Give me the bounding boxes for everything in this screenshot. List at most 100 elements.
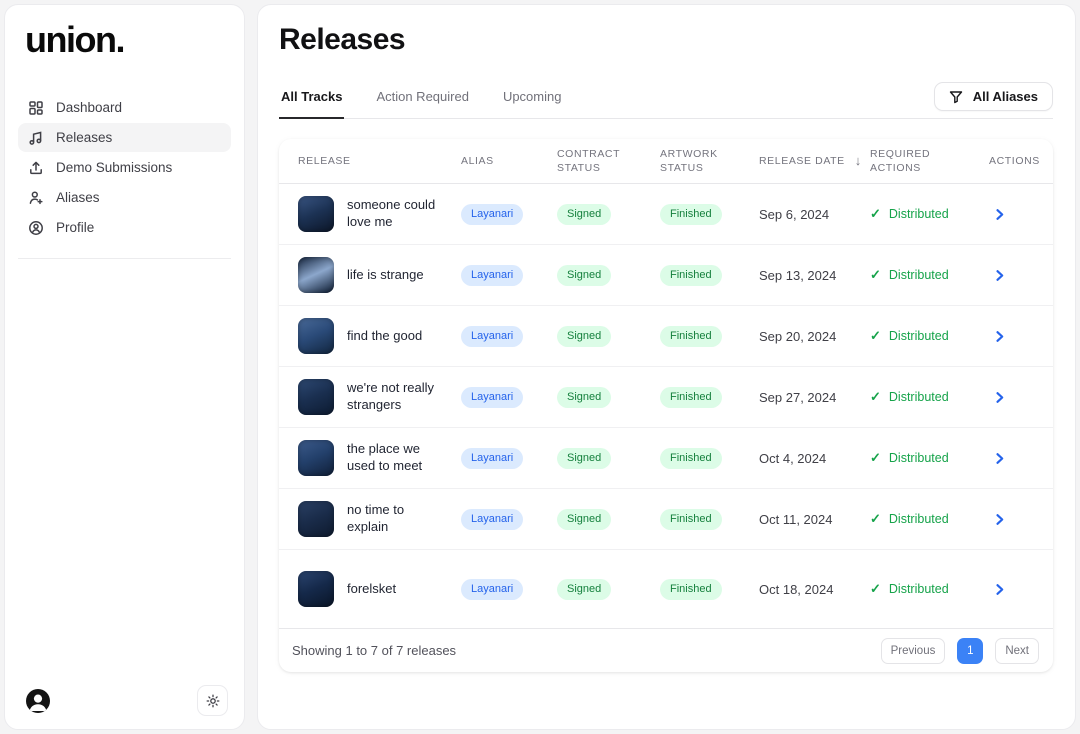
- table-row[interactable]: the place we used to meet Layanari Signe…: [279, 428, 1053, 489]
- main-panel: Releases All Tracks Action Required Upco…: [257, 4, 1076, 730]
- release-date: Sep 6, 2024: [759, 207, 870, 222]
- contract-status-badge: Signed: [557, 326, 611, 347]
- release-title: we're not really strangers: [347, 380, 441, 413]
- previous-page-button[interactable]: Previous: [881, 638, 946, 664]
- table-body: someone could love me Layanari Signed Fi…: [279, 184, 1053, 628]
- pagination: Previous 1 Next: [881, 638, 1039, 664]
- tab-upcoming[interactable]: Upcoming: [501, 83, 564, 118]
- col-required-actions: REQUIRED ACTIONS: [870, 147, 989, 175]
- check-icon: ✓: [870, 581, 881, 597]
- sort-desc-icon[interactable]: ↓: [855, 152, 862, 170]
- tab-all-tracks[interactable]: All Tracks: [279, 83, 344, 118]
- sun-icon: [206, 694, 220, 708]
- chevron-right-icon[interactable]: [989, 204, 1010, 225]
- release-artwork: [298, 440, 334, 476]
- sidebar-item-label: Dashboard: [56, 100, 122, 115]
- col-artwork-status: ARTWORK STATUS: [660, 147, 759, 175]
- theme-toggle-button[interactable]: [197, 685, 228, 716]
- alias-badge: Layanari: [461, 387, 523, 408]
- release-title: someone could love me: [347, 197, 441, 230]
- music-note-icon: [27, 129, 44, 146]
- check-icon: ✓: [870, 450, 881, 466]
- alias-badge: Layanari: [461, 448, 523, 469]
- dashboard-grid-icon: [27, 99, 44, 116]
- table-row[interactable]: someone could love me Layanari Signed Fi…: [279, 184, 1053, 245]
- sidebar-item-aliases[interactable]: Aliases: [18, 183, 231, 212]
- release-date: Oct 11, 2024: [759, 512, 870, 527]
- releases-table: RELEASE ALIAS CONTRACT STATUS ARTWORK ST…: [279, 139, 1053, 672]
- release-title: forelsket: [347, 581, 396, 598]
- table-header: RELEASE ALIAS CONTRACT STATUS ARTWORK ST…: [279, 139, 1053, 184]
- table-footer: Showing 1 to 7 of 7 releases Previous 1 …: [279, 628, 1053, 672]
- artwork-status-badge: Finished: [660, 387, 722, 408]
- required-actions-status: Distributed: [889, 390, 949, 404]
- release-artwork: [298, 379, 334, 415]
- check-icon: ✓: [870, 389, 881, 405]
- release-date: Sep 20, 2024: [759, 329, 870, 344]
- chevron-right-icon[interactable]: [989, 448, 1010, 469]
- chevron-right-icon[interactable]: [989, 326, 1010, 347]
- chevron-right-icon[interactable]: [989, 387, 1010, 408]
- release-date: Sep 13, 2024: [759, 268, 870, 283]
- col-release: RELEASE: [298, 154, 461, 168]
- user-avatar[interactable]: [25, 688, 51, 714]
- artwork-status-badge: Finished: [660, 265, 722, 286]
- release-title: life is strange: [347, 267, 424, 284]
- user-alias-icon: [27, 189, 44, 206]
- contract-status-badge: Signed: [557, 579, 611, 600]
- artwork-status-badge: Finished: [660, 326, 722, 347]
- table-row[interactable]: find the good Layanari Signed Finished S…: [279, 306, 1053, 367]
- sidebar-item-releases[interactable]: Releases: [18, 123, 231, 152]
- required-actions-status: Distributed: [889, 582, 949, 596]
- release-title: find the good: [347, 328, 422, 345]
- sidebar-item-label: Profile: [56, 220, 94, 235]
- upload-icon: [27, 159, 44, 176]
- sidebar: union. Dashboard Releases: [4, 4, 245, 730]
- chevron-right-icon[interactable]: [989, 265, 1010, 286]
- sidebar-item-dashboard[interactable]: Dashboard: [18, 93, 231, 122]
- contract-status-badge: Signed: [557, 509, 611, 530]
- table-row[interactable]: forelsket Layanari Signed Finished Oct 1…: [279, 550, 1053, 628]
- table-row[interactable]: we're not really strangers Layanari Sign…: [279, 367, 1053, 428]
- sidebar-nav: Dashboard Releases Demo Submissions: [5, 93, 244, 242]
- check-icon: ✓: [870, 206, 881, 222]
- funnel-filter-icon: [949, 90, 963, 104]
- next-page-button[interactable]: Next: [995, 638, 1039, 664]
- contract-status-badge: Signed: [557, 204, 611, 225]
- alias-badge: Layanari: [461, 579, 523, 600]
- required-actions-status: Distributed: [889, 207, 949, 221]
- release-artwork: [298, 257, 334, 293]
- release-artwork: [298, 501, 334, 537]
- sidebar-item-profile[interactable]: Profile: [18, 213, 231, 242]
- alias-filter-button[interactable]: All Aliases: [934, 82, 1053, 111]
- chevron-right-icon[interactable]: [989, 509, 1010, 530]
- app-logo: union.: [5, 5, 244, 61]
- contract-status-badge: Signed: [557, 448, 611, 469]
- col-release-date[interactable]: RELEASE DATE ↓: [759, 152, 870, 170]
- sidebar-item-demo-submissions[interactable]: Demo Submissions: [18, 153, 231, 182]
- alias-badge: Layanari: [461, 265, 523, 286]
- release-title: no time to explain: [347, 502, 441, 535]
- current-page-button[interactable]: 1: [957, 638, 983, 664]
- artwork-status-badge: Finished: [660, 204, 722, 225]
- table-row[interactable]: life is strange Layanari Signed Finished…: [279, 245, 1053, 306]
- chevron-right-icon[interactable]: [989, 579, 1010, 600]
- artwork-status-badge: Finished: [660, 509, 722, 530]
- release-artwork: [298, 318, 334, 354]
- release-date: Oct 4, 2024: [759, 451, 870, 466]
- alias-badge: Layanari: [461, 204, 523, 225]
- artwork-status-badge: Finished: [660, 448, 722, 469]
- release-artwork: [298, 196, 334, 232]
- release-date: Oct 18, 2024: [759, 582, 870, 597]
- col-contract-status: CONTRACT STATUS: [557, 147, 660, 175]
- results-summary: Showing 1 to 7 of 7 releases: [292, 643, 456, 658]
- tab-action-required[interactable]: Action Required: [374, 83, 471, 118]
- required-actions-status: Distributed: [889, 512, 949, 526]
- release-date: Sep 27, 2024: [759, 390, 870, 405]
- user-circle-icon: [27, 219, 44, 236]
- check-icon: ✓: [870, 267, 881, 283]
- sidebar-item-label: Demo Submissions: [56, 160, 172, 175]
- table-row[interactable]: no time to explain Layanari Signed Finis…: [279, 489, 1053, 550]
- required-actions-status: Distributed: [889, 329, 949, 343]
- col-alias: ALIAS: [461, 154, 557, 168]
